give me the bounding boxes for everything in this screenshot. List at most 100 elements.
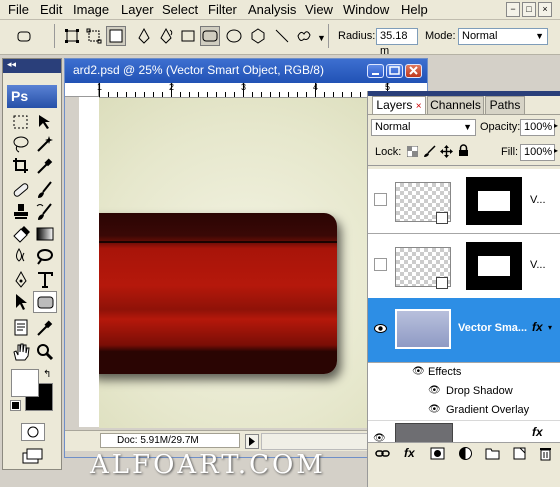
clone-stamp-tool[interactable]	[9, 201, 33, 223]
add-mask-button[interactable]	[430, 446, 445, 461]
custom-shape-option[interactable]	[294, 26, 314, 46]
radius-input[interactable]: 35.18 m	[376, 28, 418, 57]
layers-panel-footer: fx	[368, 442, 560, 465]
default-colors-icon[interactable]	[10, 400, 21, 411]
fill-arrow-icon[interactable]: ▸	[554, 146, 558, 155]
menu-file[interactable]: File	[8, 2, 29, 17]
mode-select[interactable]: Normal ▼	[458, 28, 548, 45]
minimize-app-button[interactable]: −	[506, 2, 520, 17]
close-app-button[interactable]: ×	[538, 2, 552, 17]
new-group-button[interactable]	[485, 446, 500, 461]
lasso-tool[interactable]	[9, 133, 33, 155]
delete-layer-button[interactable]	[538, 446, 553, 461]
visibility-toggle[interactable]	[374, 258, 387, 271]
type-tool[interactable]	[33, 269, 57, 291]
shape-layers-button[interactable]	[62, 26, 82, 46]
blur-tool[interactable]	[9, 245, 33, 267]
healing-brush-tool[interactable]	[9, 179, 33, 201]
pen-tool[interactable]	[9, 269, 33, 291]
hand-tool[interactable]	[9, 341, 33, 363]
eyedropper-tool[interactable]	[33, 155, 57, 177]
menu-window[interactable]: Window	[343, 2, 389, 17]
tab-paths[interactable]: Paths	[485, 96, 525, 114]
ellipse-option[interactable]	[224, 26, 244, 46]
expand-triangle-icon[interactable]: ▾	[548, 323, 552, 332]
opacity-input[interactable]: 100%	[520, 119, 555, 136]
history-brush-tool[interactable]	[33, 201, 57, 223]
foreground-color-swatch[interactable]	[11, 369, 39, 397]
quick-mask-button[interactable]	[21, 423, 45, 441]
marquee-tool[interactable]	[9, 111, 33, 133]
layer-row[interactable]: V...	[368, 169, 560, 234]
pen-tool-option[interactable]	[134, 26, 154, 46]
status-menu-button[interactable]	[245, 434, 259, 449]
magic-wand-tool[interactable]	[33, 133, 57, 155]
menu-help[interactable]: Help	[401, 2, 428, 17]
fill-pixels-button[interactable]	[106, 26, 126, 46]
eraser-tool[interactable]	[9, 223, 33, 245]
layer-row-selected[interactable]: Vector Sma... fx ▾	[368, 298, 560, 363]
menu-filter[interactable]: Filter	[208, 2, 237, 17]
zoom-tool[interactable]	[33, 341, 57, 363]
menu-image[interactable]: Image	[73, 2, 109, 17]
menu-edit[interactable]: Edit	[40, 2, 62, 17]
effect-row-drop-shadow[interactable]: 👁 Drop Shadow	[368, 382, 560, 402]
collapse-icon[interactable]: ◂◂	[7, 59, 16, 70]
menu-layer[interactable]: Layer	[121, 2, 154, 17]
lock-transparency-button[interactable]	[406, 145, 419, 158]
layer-row[interactable]: 👁 fx	[368, 421, 560, 443]
path-selection-tool[interactable]	[9, 291, 33, 313]
new-layer-button[interactable]	[512, 446, 527, 461]
doc-close-button[interactable]	[405, 64, 422, 78]
screen-mode-button[interactable]	[21, 447, 47, 465]
move-tool[interactable]	[33, 111, 57, 133]
add-style-button[interactable]: fx	[404, 446, 419, 461]
menu-analysis[interactable]: Analysis	[248, 2, 296, 17]
polygon-option[interactable]	[248, 26, 268, 46]
close-icon[interactable]: ×	[416, 101, 422, 112]
restore-app-button[interactable]: □	[522, 2, 536, 17]
brush-tool[interactable]	[33, 179, 57, 201]
menu-select[interactable]: Select	[162, 2, 198, 17]
layer-row[interactable]: V...	[368, 234, 560, 299]
line-option[interactable]	[272, 26, 292, 46]
gradient-tool[interactable]	[33, 223, 57, 245]
lock-position-button[interactable]	[440, 145, 453, 158]
tools-panel-header[interactable]: ◂◂	[3, 59, 61, 73]
tool-preset-picker[interactable]	[14, 26, 34, 46]
link-layers-button[interactable]	[375, 446, 390, 461]
doc-minimize-button[interactable]	[367, 64, 384, 78]
eye-icon[interactable]: 👁	[428, 404, 441, 415]
eye-icon[interactable]	[374, 322, 387, 335]
adjustment-layer-button[interactable]	[458, 446, 473, 461]
eye-icon[interactable]: 👁	[428, 385, 441, 396]
tab-channels[interactable]: Channels	[427, 96, 484, 114]
rectangle-shape-option[interactable]	[178, 26, 198, 46]
dodge-tool[interactable]	[33, 245, 57, 267]
fill-input[interactable]: 100%	[520, 144, 555, 161]
crop-tool[interactable]	[9, 155, 33, 177]
tab-layers[interactable]: Layers ×	[372, 96, 426, 114]
red-card-shape[interactable]	[99, 213, 337, 374]
eye-icon[interactable]: 👁	[412, 366, 425, 377]
notes-tool[interactable]	[9, 317, 33, 339]
rounded-rectangle-option[interactable]	[200, 26, 220, 46]
visibility-toggle[interactable]	[374, 193, 387, 206]
swap-colors-icon[interactable]: ↰	[43, 369, 51, 380]
menu-view[interactable]: View	[305, 2, 333, 17]
freeform-pen-option[interactable]	[156, 26, 176, 46]
blend-mode-select[interactable]: Normal ▼	[371, 119, 476, 136]
lock-pixels-button[interactable]	[423, 145, 436, 158]
fx-icon[interactable]: fx	[532, 320, 543, 334]
fx-icon[interactable]: fx	[532, 425, 543, 439]
opacity-arrow-icon[interactable]: ▸	[554, 121, 558, 130]
doc-maximize-button[interactable]	[386, 64, 403, 78]
paths-button[interactable]	[84, 26, 104, 46]
eyedropper-tool-2[interactable]	[33, 317, 57, 339]
rounded-rectangle-tool[interactable]	[33, 291, 57, 313]
effects-row[interactable]: 👁 Effects	[368, 363, 560, 383]
lock-all-button[interactable]	[458, 144, 469, 157]
effect-row-gradient-overlay[interactable]: 👁 Gradient Overlay	[368, 401, 560, 421]
shape-dropdown-icon[interactable]: ▼	[317, 33, 326, 43]
document-title-bar[interactable]: ard2.psd @ 25% (Vector Smart Object, RGB…	[65, 59, 427, 83]
